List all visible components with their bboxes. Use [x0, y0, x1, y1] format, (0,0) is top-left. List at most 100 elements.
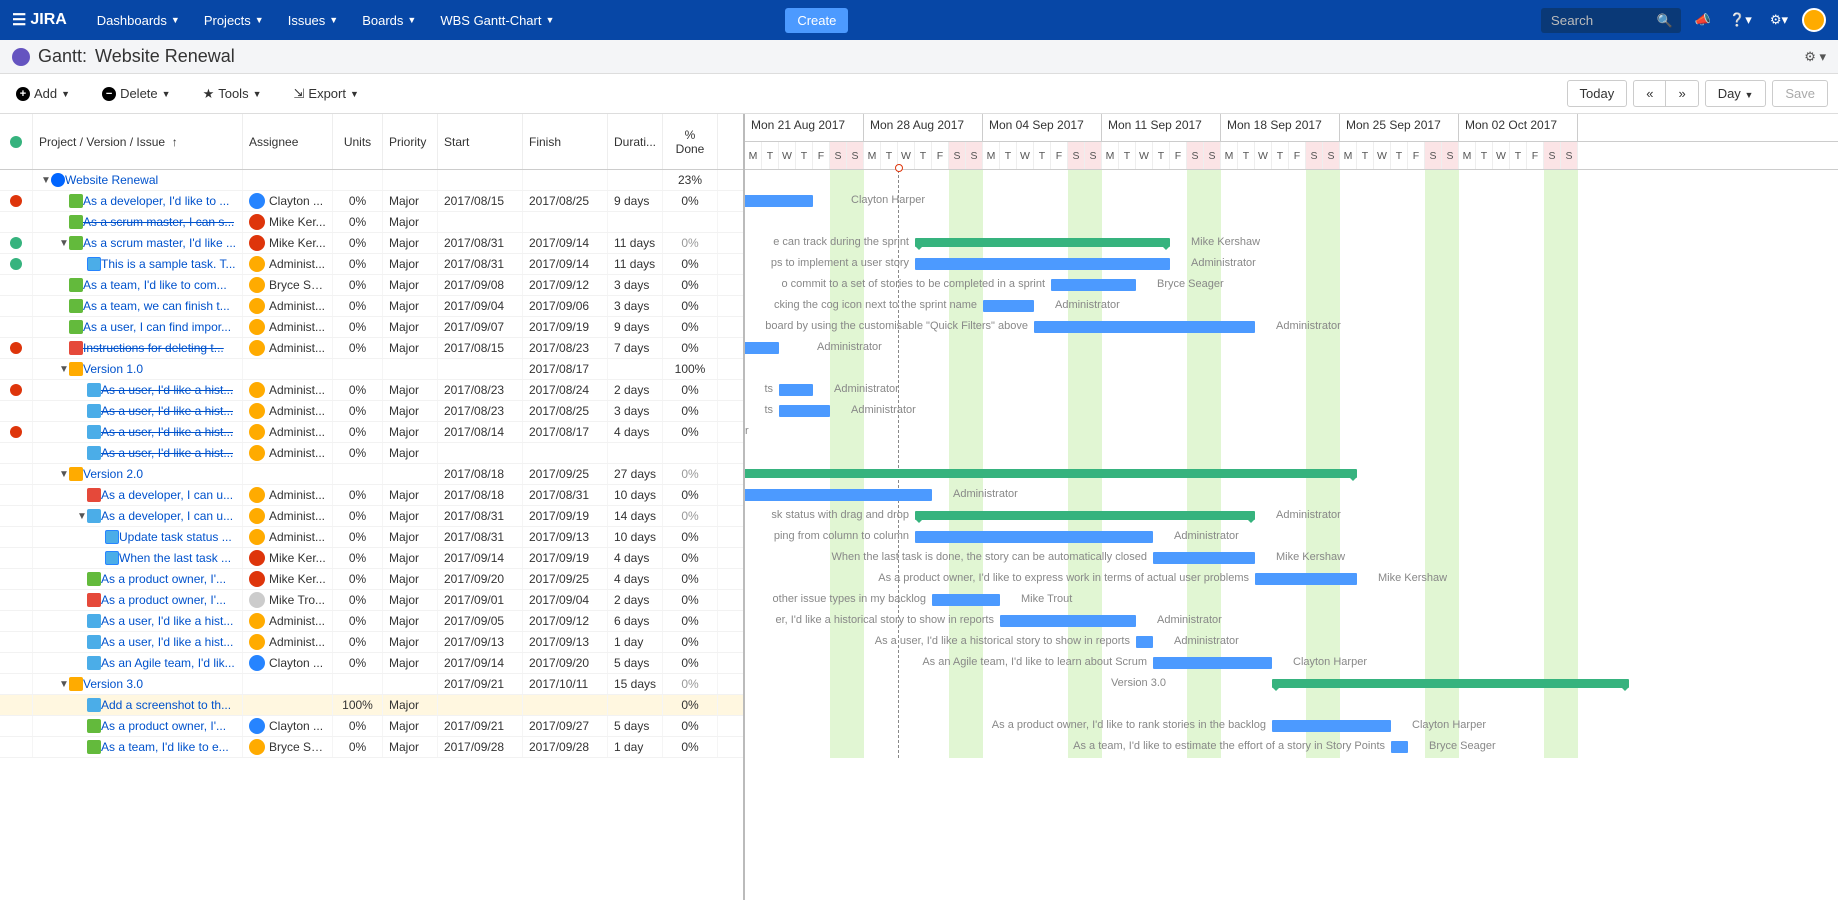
table-row[interactable]: As a user, I'd like a hist...Administ...…	[0, 632, 743, 653]
nav-item-wbs-gantt-chart[interactable]: WBS Gantt-Chart ▼	[430, 7, 564, 34]
col-units[interactable]: Units	[333, 114, 383, 169]
tools-button[interactable]: ★Tools▼	[197, 82, 268, 106]
expander-icon[interactable]: ▼	[41, 175, 51, 186]
issue-link[interactable]: As a user, I'd like a hist...	[101, 635, 233, 649]
issue-link[interactable]: Website Renewal	[65, 173, 158, 187]
gantt-bar[interactable]	[1136, 636, 1153, 648]
today-button[interactable]: Today	[1567, 80, 1628, 107]
gantt-bar[interactable]	[1272, 720, 1391, 732]
table-row[interactable]: As a scrum master, I can s...Mike Ker...…	[0, 212, 743, 233]
issue-link[interactable]: As a scrum master, I can s...	[83, 215, 234, 229]
gantt-bar[interactable]	[745, 489, 932, 501]
nav-item-issues[interactable]: Issues ▼	[278, 7, 349, 34]
expander-icon[interactable]: ▼	[59, 679, 69, 690]
table-row[interactable]: ▼Version 1.02017/08/17100%	[0, 359, 743, 380]
table-row[interactable]: Instructions for deleting t...Administ..…	[0, 338, 743, 359]
help-icon[interactable]: ❔▾	[1725, 8, 1756, 32]
avatar[interactable]	[1802, 8, 1826, 32]
issue-link[interactable]: As a developer, I can u...	[101, 509, 233, 523]
gantt-bar[interactable]	[915, 258, 1170, 270]
issue-link[interactable]: Update task status ...	[119, 530, 232, 544]
table-row[interactable]: As a team, I'd like to com...Bryce Se...…	[0, 275, 743, 296]
issue-link[interactable]: Version 1.0	[83, 362, 143, 376]
save-button[interactable]: Save	[1772, 80, 1828, 107]
issue-link[interactable]: As a user, I'd like a hist...	[101, 425, 233, 439]
col-done[interactable]: % Done	[663, 114, 718, 169]
table-row[interactable]: ▼Version 3.02017/09/212017/10/1115 days0…	[0, 674, 743, 695]
table-row[interactable]: As a team, I'd like to e...Bryce Se...0%…	[0, 737, 743, 758]
jira-logo[interactable]: ☰ JIRA	[12, 10, 67, 30]
table-row[interactable]: Update task status ...Administ...0%Major…	[0, 527, 743, 548]
export-button[interactable]: ⇲Export▼	[288, 82, 365, 106]
delete-button[interactable]: −Delete▼	[96, 82, 177, 105]
gantt-bar[interactable]	[1255, 573, 1357, 585]
gantt-bar[interactable]	[745, 195, 813, 207]
issue-link[interactable]: As a user, I'd like a hist...	[101, 404, 233, 418]
issue-link[interactable]: As a developer, I can u...	[101, 488, 233, 502]
gantt-bar[interactable]	[915, 238, 1170, 247]
col-assignee[interactable]: Assignee	[243, 114, 333, 169]
issue-link[interactable]: As a team, I'd like to e...	[101, 740, 229, 754]
settings-icon[interactable]: ⚙▾	[1766, 8, 1792, 32]
table-row[interactable]: As a product owner, I'...Mike Tro...0%Ma…	[0, 590, 743, 611]
table-row[interactable]: As a user, I'd like a hist...Administ...…	[0, 611, 743, 632]
nav-item-dashboards[interactable]: Dashboards ▼	[87, 7, 190, 34]
scale-button[interactable]: Day ▼	[1705, 80, 1767, 107]
gantt-bar[interactable]	[915, 511, 1255, 520]
issue-link[interactable]: As a user, I'd like a hist...	[101, 446, 233, 460]
issue-link[interactable]: As a team, we can finish t...	[83, 299, 230, 313]
gantt-bar[interactable]	[1272, 679, 1629, 688]
table-row[interactable]: As a developer, I'd like to ...Clayton .…	[0, 191, 743, 212]
issue-link[interactable]: As a user, I'd like a hist...	[101, 614, 233, 628]
nav-next-button[interactable]: »	[1665, 80, 1698, 107]
expander-icon[interactable]: ▼	[59, 469, 69, 480]
issue-link[interactable]: As an Agile team, I'd lik...	[101, 656, 235, 670]
issue-link[interactable]: As a user, I'd like a hist...	[101, 383, 233, 397]
gantt-bar[interactable]	[1153, 552, 1255, 564]
issue-link[interactable]: As a product owner, I'...	[101, 572, 226, 586]
table-row[interactable]: As a user, I'd like a hist...Administ...…	[0, 443, 743, 464]
gantt-bar[interactable]	[915, 531, 1153, 543]
issue-link[interactable]: Add a screenshot to th...	[101, 698, 231, 712]
gantt-bar[interactable]	[779, 405, 830, 417]
create-button[interactable]: Create	[785, 8, 848, 33]
issue-link[interactable]: Version 3.0	[83, 677, 143, 691]
gantt-bar[interactable]	[779, 384, 813, 396]
issue-link[interactable]: As a team, I'd like to com...	[83, 278, 227, 292]
nav-prev-button[interactable]: «	[1633, 80, 1665, 107]
table-row[interactable]: ▼As a scrum master, I'd like ...Mike Ker…	[0, 233, 743, 254]
table-row[interactable]: This is a sample task. T...Administ...0%…	[0, 254, 743, 275]
issue-link[interactable]: Version 2.0	[83, 467, 143, 481]
table-row[interactable]: As a user, I'd like a hist...Administ...…	[0, 422, 743, 443]
issue-link[interactable]: As a product owner, I'...	[101, 719, 226, 733]
gantt-bar[interactable]	[983, 300, 1034, 312]
issue-link[interactable]: As a user, I can find impor...	[83, 320, 231, 334]
add-button[interactable]: +Add▼	[10, 82, 76, 105]
issue-link[interactable]: As a scrum master, I'd like ...	[83, 236, 236, 250]
table-row[interactable]: Add a screenshot to th...100%Major0%	[0, 695, 743, 716]
table-row[interactable]: ▼Website Renewal23%	[0, 170, 743, 191]
gantt-bar[interactable]	[1000, 615, 1136, 627]
issue-link[interactable]: As a developer, I'd like to ...	[83, 194, 229, 208]
col-issue[interactable]: Project / Version / Issue ↑	[33, 114, 243, 169]
gantt-bar[interactable]	[745, 469, 1357, 478]
issue-link[interactable]: As a product owner, I'...	[101, 593, 226, 607]
expander-icon[interactable]: ▼	[59, 238, 69, 249]
col-priority[interactable]: Priority	[383, 114, 438, 169]
table-row[interactable]: As a user, I can find impor...Administ..…	[0, 317, 743, 338]
gantt-bar[interactable]	[1051, 279, 1136, 291]
expander-icon[interactable]: ▼	[77, 511, 87, 522]
table-row[interactable]: ▼Version 2.02017/08/182017/09/2527 days0…	[0, 464, 743, 485]
feedback-icon[interactable]: 📣	[1691, 8, 1715, 32]
gantt-bar[interactable]	[1391, 741, 1408, 753]
table-row[interactable]: As a user, I'd like a hist...Administ...…	[0, 401, 743, 422]
nav-item-boards[interactable]: Boards ▼	[352, 7, 426, 34]
table-row[interactable]: As a user, I'd like a hist...Administ...…	[0, 380, 743, 401]
page-settings-icon[interactable]: ⚙ ▾	[1804, 49, 1826, 65]
col-start[interactable]: Start	[438, 114, 523, 169]
table-row[interactable]: As an Agile team, I'd lik...Clayton ...0…	[0, 653, 743, 674]
gantt-bar[interactable]	[932, 594, 1000, 606]
table-row[interactable]: ▼As a developer, I can u...Administ...0%…	[0, 506, 743, 527]
issue-link[interactable]: This is a sample task. T...	[101, 257, 236, 271]
table-row[interactable]: As a team, we can finish t...Administ...…	[0, 296, 743, 317]
